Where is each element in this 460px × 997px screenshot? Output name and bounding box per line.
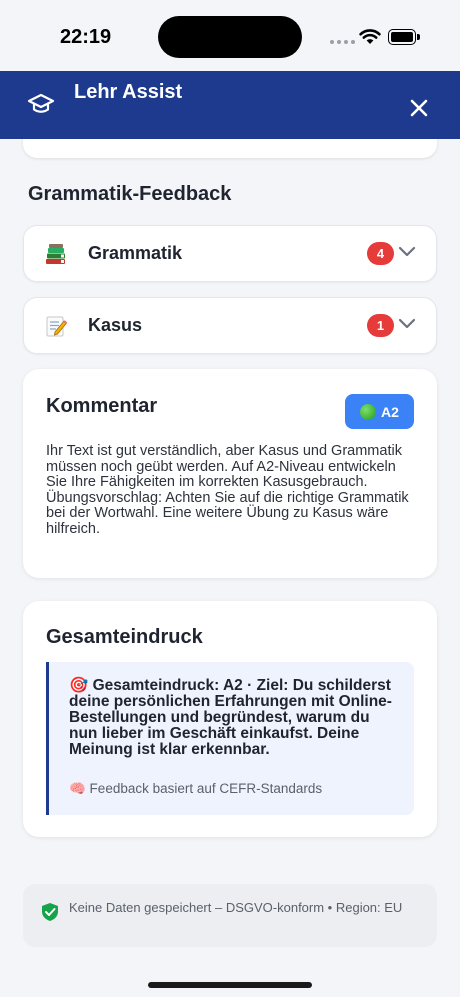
accordion-grammatik[interactable]: Grammatik 4 [23, 225, 437, 282]
close-button[interactable] [404, 93, 434, 123]
battery-icon [388, 29, 420, 45]
close-icon [410, 99, 428, 117]
privacy-note: Keine Daten gespeichert – DSGVO-konform … [23, 884, 437, 947]
comment-title: Kommentar [46, 395, 158, 417]
home-indicator[interactable] [148, 982, 312, 988]
level-label: A2 [381, 403, 399, 420]
comment-card: Kommentar A2 Ihr Text ist gut verständli… [23, 369, 437, 578]
overall-card: Gesamteindruck 🎯 Gesamteindruck: A2 · Zi… [23, 601, 437, 837]
overall-footnote: 🧠 Feedback basiert auf CEFR-Standards [69, 781, 323, 796]
status-time: 22:19 [60, 26, 112, 48]
accordion-kasus[interactable]: Kasus 1 [23, 297, 437, 354]
chevron-down-icon [398, 318, 416, 329]
accordion-label: Grammatik [88, 243, 183, 263]
count-badge: 4 [367, 242, 394, 265]
privacy-text: Keine Daten gespeichert – DSGVO-konform … [69, 900, 403, 915]
books-icon [46, 244, 65, 264]
count-badge: 1 [367, 314, 394, 337]
comment-text: Ihr Text ist gut verständlich, aber Kasu… [46, 443, 409, 537]
signal-icon [330, 40, 355, 44]
overall-summary: 🎯 Gesamteindruck: A2 · Ziel: Du schilder… [69, 677, 392, 758]
green-circle-icon [360, 403, 377, 420]
wifi-icon [359, 29, 381, 44]
memo-icon [46, 316, 68, 337]
status-bar: 22:19 [0, 0, 460, 71]
app-title: Lehr Assist [74, 81, 183, 103]
level-badge: A2 [345, 394, 414, 429]
overall-title: Gesamteindruck [46, 626, 203, 648]
shield-check-icon [42, 903, 58, 921]
graduation-cap-icon [27, 93, 55, 113]
app-header: Lehr Assist [0, 71, 460, 139]
chevron-down-icon [398, 246, 416, 257]
overall-quote: 🎯 Gesamteindruck: A2 · Ziel: Du schilder… [46, 662, 414, 815]
section-title: Grammatik-Feedback [28, 183, 232, 205]
accordion-label: Kasus [88, 315, 143, 335]
dynamic-island [158, 16, 302, 58]
